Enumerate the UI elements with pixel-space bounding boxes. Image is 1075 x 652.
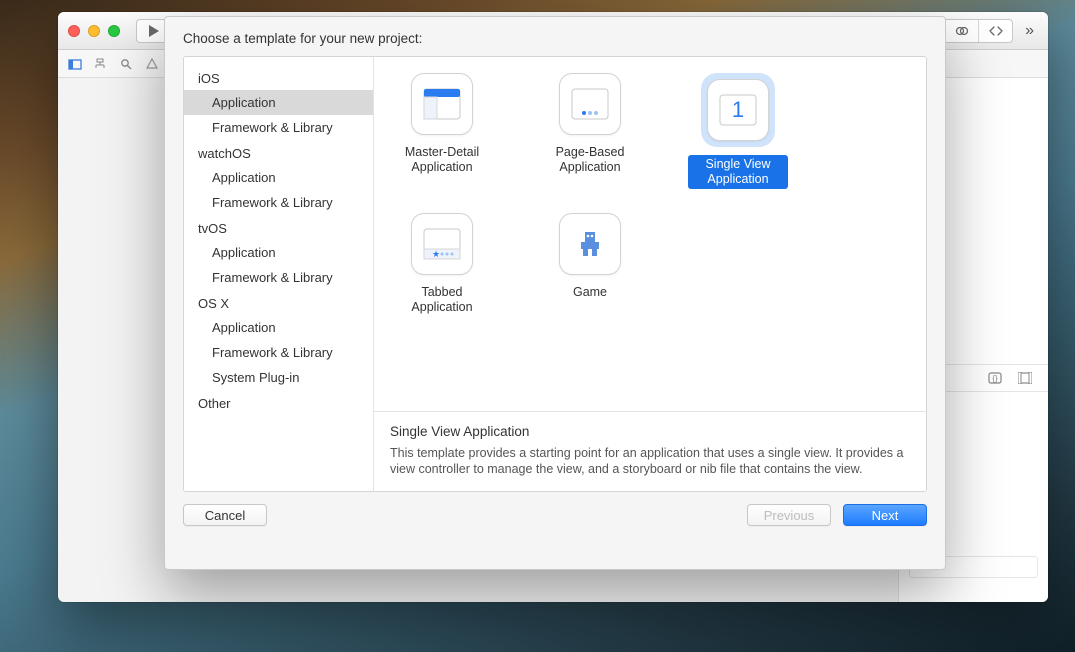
category-ios-application[interactable]: Application: [184, 90, 373, 115]
template-single-view[interactable]: 1 Single View Application: [688, 73, 788, 189]
template-label: Single View Application: [688, 155, 788, 189]
template-master-detail[interactable]: Master-Detail Application: [392, 73, 492, 189]
category-osx-application[interactable]: Application: [184, 315, 373, 340]
svg-text:1: 1: [732, 97, 744, 122]
platform-group-osx: OS X: [184, 290, 373, 315]
media-library-tab-icon[interactable]: [1018, 372, 1032, 384]
sheet-footer: Cancel Previous Next: [165, 492, 945, 526]
version-editor-button[interactable]: [978, 20, 1012, 42]
category-watchos-framework[interactable]: Framework & Library: [184, 190, 373, 215]
template-label: Page-Based Application: [540, 143, 640, 177]
find-navigator-icon[interactable]: [120, 58, 134, 70]
single-view-icon: 1: [707, 79, 769, 141]
category-watchos-application[interactable]: Application: [184, 165, 373, 190]
platform-group-ios: iOS: [184, 65, 373, 90]
zoom-window-button[interactable]: [108, 25, 120, 37]
page-based-icon: [559, 73, 621, 135]
platform-group-other[interactable]: Other: [184, 390, 373, 415]
new-project-sheet: Choose a template for your new project: …: [164, 16, 946, 570]
master-detail-icon: [411, 73, 473, 135]
window-controls: [68, 25, 120, 37]
xcode-window: » ction {} hes: [58, 12, 1048, 602]
template-description: Single View Application This template pr…: [374, 411, 926, 491]
template-tabbed[interactable]: ★ Tabbed Application: [392, 213, 492, 317]
issue-navigator-icon[interactable]: [146, 58, 160, 70]
assistant-editor-button[interactable]: [944, 20, 978, 42]
description-body: This template provides a starting point …: [390, 445, 910, 477]
description-title: Single View Application: [390, 424, 910, 439]
category-tvos-application[interactable]: Application: [184, 240, 373, 265]
cancel-button[interactable]: Cancel: [183, 504, 267, 526]
template-label: Master-Detail Application: [392, 143, 492, 177]
platform-group-tvos: tvOS: [184, 215, 373, 240]
template-category-sidebar: iOS Application Framework & Library watc…: [184, 57, 374, 491]
tabbed-icon: ★: [411, 213, 473, 275]
sheet-heading: Choose a template for your new project:: [165, 17, 945, 56]
template-label: Game: [569, 283, 611, 302]
close-window-button[interactable]: [68, 25, 80, 37]
game-icon: [559, 213, 621, 275]
next-button[interactable]: Next: [843, 504, 927, 526]
category-osx-framework[interactable]: Framework & Library: [184, 340, 373, 365]
code-snippets-tab-icon[interactable]: {}: [988, 372, 1002, 384]
category-tvos-framework[interactable]: Framework & Library: [184, 265, 373, 290]
project-navigator-icon[interactable]: [68, 58, 82, 70]
svg-text:★: ★: [432, 249, 440, 259]
svg-text:{}: {}: [992, 374, 998, 383]
template-label: Tabbed Application: [392, 283, 492, 317]
category-ios-framework[interactable]: Framework & Library: [184, 115, 373, 140]
category-osx-plugin[interactable]: System Plug-in: [184, 365, 373, 390]
overflow-chevron-icon[interactable]: »: [1021, 22, 1038, 40]
symbol-navigator-icon[interactable]: [94, 58, 108, 70]
template-grid: Master-Detail Application Page-Based App…: [374, 57, 926, 411]
template-game[interactable]: Game: [540, 213, 640, 317]
previous-button[interactable]: Previous: [747, 504, 831, 526]
template-page-based[interactable]: Page-Based Application: [540, 73, 640, 189]
minimize-window-button[interactable]: [88, 25, 100, 37]
platform-group-watchos: watchOS: [184, 140, 373, 165]
